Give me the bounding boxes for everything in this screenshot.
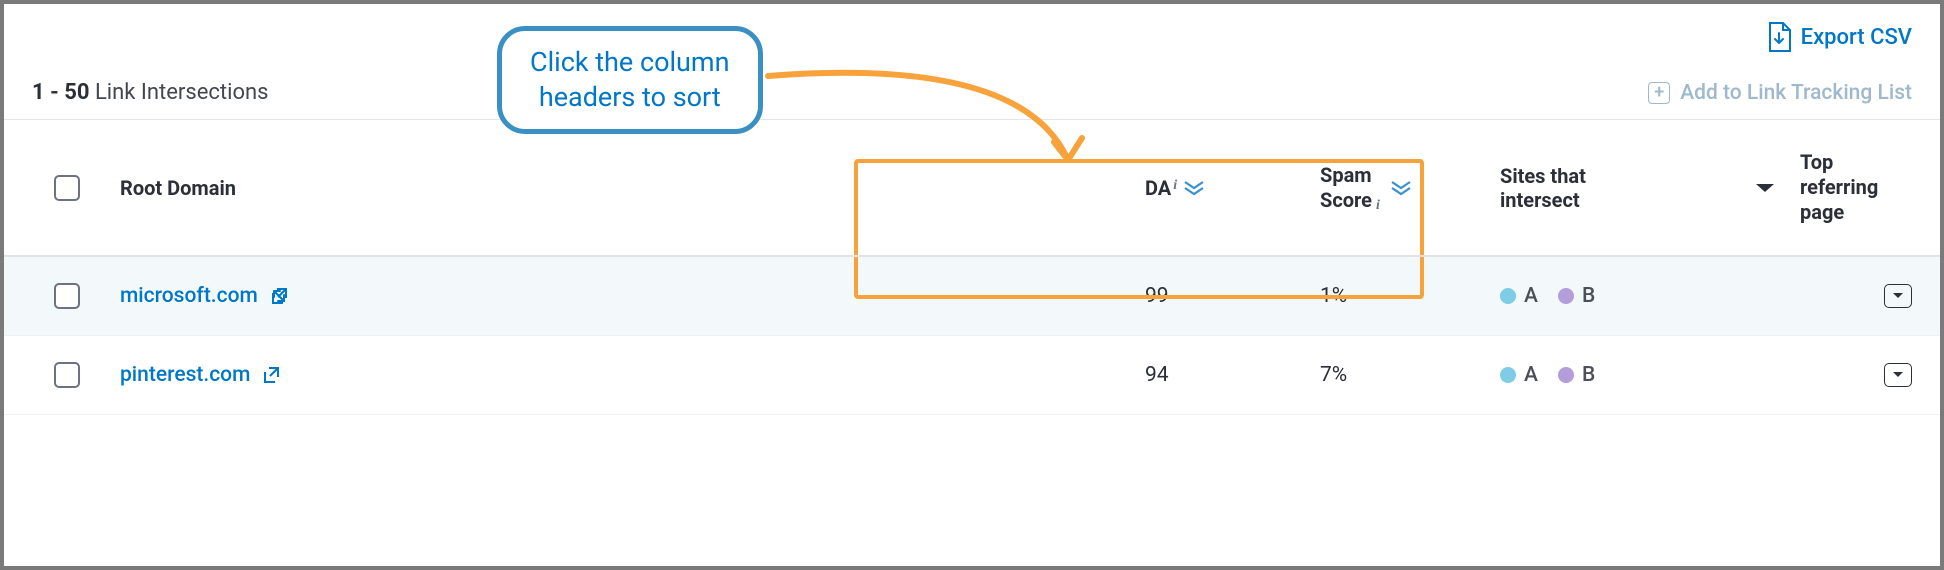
domain-link[interactable]: microsoft.com (120, 284, 1145, 308)
top-referring-dropdown[interactable] (1884, 363, 1912, 387)
results-range-label: 1 - 50 Link Intersections (32, 80, 269, 105)
spam-value: 7% (1320, 363, 1347, 387)
results-range-text: Link Intersections (95, 80, 269, 105)
sites-intersect-label: Sites that intersect (1500, 164, 1586, 212)
sort-chevron-icon (1390, 180, 1412, 196)
dot-b-icon (1558, 288, 1574, 304)
table-row: microsoft.com 99 1% A B (4, 257, 1940, 336)
sort-chevron-down-icon (1754, 181, 1776, 195)
results-range-bold: 1 - 50 (32, 80, 89, 105)
dot-b-icon (1558, 367, 1574, 383)
download-file-icon (1767, 22, 1791, 52)
spam-value: 1% (1320, 284, 1347, 308)
external-link-icon (270, 287, 288, 305)
table-row: pinterest.com 94 7% A B (4, 336, 1940, 415)
table-header-row: Root Domain DAi Spam Scorei Sites that i… (4, 120, 1940, 257)
site-tag-b: B (1558, 284, 1595, 308)
domain-link[interactable]: pinterest.com (120, 363, 1145, 387)
add-to-link-tracking-button[interactable]: + Add to Link Tracking List (1648, 81, 1912, 105)
top-referring-dropdown[interactable] (1884, 284, 1912, 308)
domain-text: microsoft.com (120, 284, 258, 308)
export-csv-button[interactable]: Export CSV (1767, 22, 1912, 52)
info-icon: i (1173, 178, 1177, 193)
column-header-root-domain[interactable]: Root Domain (114, 176, 1145, 200)
domain-text: pinterest.com (120, 363, 250, 387)
column-header-spam-score[interactable]: Spam Scorei (1320, 163, 1500, 213)
column-checkbox (54, 175, 114, 201)
sites-intersect-cell: A B (1500, 284, 1595, 308)
sort-chevron-icon (1183, 180, 1205, 196)
da-value: 94 (1145, 363, 1169, 387)
column-header-sites-intersect[interactable]: Sites that intersect (1500, 164, 1800, 212)
callout-tooltip: Click the column headers to sort (497, 26, 763, 134)
row-checkbox[interactable] (54, 283, 80, 309)
dot-a-icon (1500, 367, 1516, 383)
column-header-top-referring-page: Top referring page (1800, 150, 1912, 225)
add-to-link-tracking-label: Add to Link Tracking List (1680, 81, 1912, 105)
spam-score-label: Spam Scorei (1320, 163, 1380, 213)
site-tag-b: B (1558, 363, 1595, 387)
row-checkbox[interactable] (54, 362, 80, 388)
info-icon: i (1376, 198, 1380, 213)
root-domain-label: Root Domain (120, 176, 236, 200)
site-tag-a: A (1500, 363, 1538, 387)
site-tag-a: A (1500, 284, 1538, 308)
select-all-checkbox[interactable] (54, 175, 80, 201)
column-header-da[interactable]: DAi (1145, 176, 1320, 200)
export-row: Export CSV (4, 4, 1940, 52)
app-window: Export CSV 1 - 50 Link Intersections + A… (4, 4, 1940, 566)
dot-a-icon (1500, 288, 1516, 304)
da-label: DAi (1145, 176, 1177, 200)
export-csv-label: Export CSV (1801, 25, 1912, 50)
sites-intersect-cell: A B (1500, 363, 1595, 387)
callout-line1: Click the column (530, 45, 730, 80)
callout-line2: headers to sort (530, 80, 730, 115)
external-link-icon (262, 366, 280, 384)
plus-icon: + (1648, 82, 1670, 104)
da-value: 99 (1145, 284, 1169, 308)
subheader-row: 1 - 50 Link Intersections + Add to Link … (4, 80, 1940, 120)
